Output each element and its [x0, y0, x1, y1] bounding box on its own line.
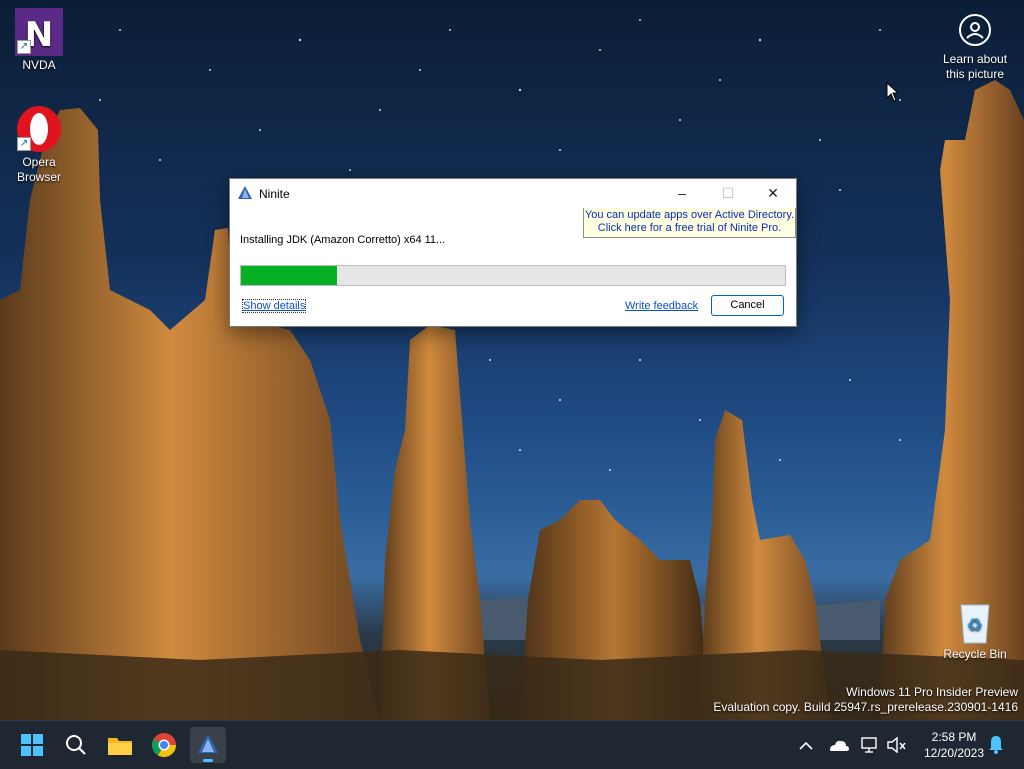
volume-muted-icon[interactable]	[884, 721, 908, 769]
clock-time: 2:58 PM	[931, 730, 977, 744]
network-icon[interactable]	[858, 721, 882, 769]
file-explorer-button[interactable]	[102, 727, 138, 763]
desktop-icon-label: Recycle Bin	[943, 647, 1007, 661]
opera-icon: ↗	[15, 105, 63, 153]
active-indicator	[203, 759, 213, 762]
promo-line-2: Click here for a free trial of Ninite Pr…	[597, 222, 782, 234]
watermark-build: Evaluation copy. Build 25947.rs_prerelea…	[713, 700, 1018, 714]
desktop-icon-opera[interactable]: ↗ Opera Browser	[4, 105, 74, 185]
watermark-edition: Windows 11 Pro Insider Preview	[846, 685, 1018, 699]
desktop-wallpaper	[0, 0, 1024, 720]
install-progress-bar	[240, 265, 786, 286]
desktop-icon-label: Opera Browser	[16, 155, 61, 184]
title-bar[interactable]: Ninite – ☐ ✕	[230, 179, 796, 207]
maximize-button[interactable]: ☐	[705, 179, 751, 207]
write-feedback-link[interactable]: Write feedback	[625, 300, 698, 312]
minimize-button[interactable]: –	[659, 179, 705, 207]
ninite-icon	[198, 734, 218, 753]
mouse-cursor-icon	[886, 82, 900, 102]
taskbar-clock[interactable]: 2:58 PM 12/20/2023	[912, 729, 996, 761]
learn-about-label: Learn about this picture	[942, 52, 1008, 81]
ninite-taskbar-button[interactable]	[190, 727, 226, 763]
desktop-icon-label: NVDA	[22, 58, 56, 72]
desktop-icon-recycle-bin[interactable]: ♻ Recycle Bin	[940, 597, 1010, 662]
search-button[interactable]	[58, 727, 94, 763]
install-status: Installing JDK (Amazon Corretto) x64 11.…	[240, 234, 446, 246]
tufa-rocks	[0, 80, 1024, 720]
chevron-up-icon[interactable]	[796, 721, 816, 769]
close-button[interactable]: ✕	[750, 179, 796, 207]
start-icon	[21, 734, 43, 756]
learn-about-picture[interactable]: Learn about this picture	[936, 14, 1014, 82]
notification-bell-icon[interactable]	[986, 721, 1006, 769]
clock-date: 12/20/2023	[923, 746, 985, 760]
cancel-button[interactable]: Cancel	[711, 295, 784, 316]
search-icon	[66, 735, 86, 755]
start-button[interactable]	[14, 727, 50, 763]
onedrive-icon[interactable]	[826, 721, 850, 769]
minimize-icon: –	[678, 185, 686, 201]
file-explorer-icon	[108, 738, 132, 755]
promo-line-1: You can update apps over Active Director…	[584, 209, 795, 221]
taskbar: 2:58 PM 12/20/2023	[0, 720, 1024, 769]
chrome-button[interactable]	[146, 727, 182, 763]
camera-icon	[959, 14, 991, 46]
shortcut-arrow-icon: ↗	[17, 137, 31, 151]
desktop-icon-nvda[interactable]: N ↗ NVDA	[4, 8, 74, 73]
window-title: Ninite	[259, 187, 290, 201]
show-details-link[interactable]: Show details	[241, 299, 307, 313]
ninite-app-icon	[238, 186, 252, 199]
maximize-icon: ☐	[721, 185, 735, 201]
progress-fill	[241, 266, 338, 285]
ninite-pro-promo[interactable]: You can update apps over Active Director…	[583, 208, 796, 238]
svg-text:♻: ♻	[967, 615, 983, 636]
shortcut-arrow-icon: ↗	[17, 40, 31, 54]
windows-watermark: Windows 11 Pro Insider Preview Evaluatio…	[713, 685, 1018, 715]
recycle-bin-icon: ♻	[951, 597, 999, 645]
ninite-window: Ninite – ☐ ✕ You can update apps over Ac…	[229, 178, 797, 327]
close-icon: ✕	[767, 185, 779, 201]
nvda-icon: N ↗	[15, 8, 63, 56]
chrome-icon	[151, 733, 176, 758]
